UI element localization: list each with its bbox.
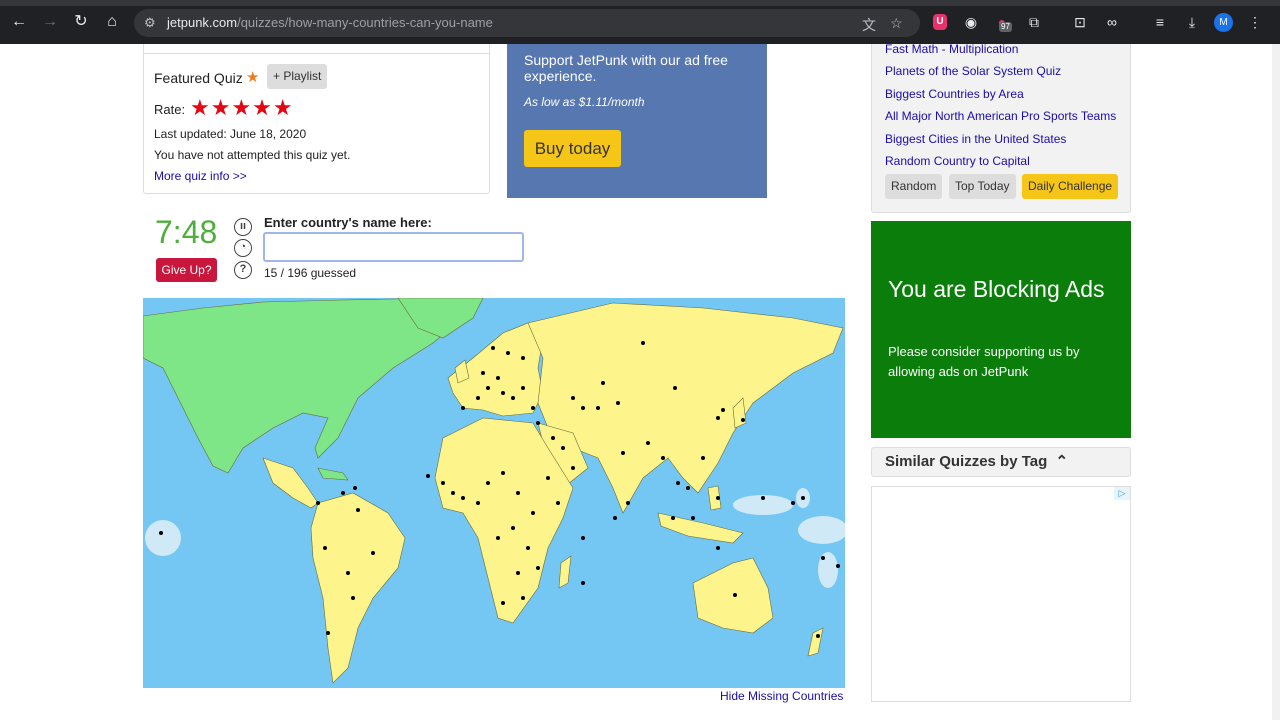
menu-kebab-icon[interactable]: ⋮ xyxy=(1246,13,1264,31)
daily-challenge-button[interactable]: Daily Challenge xyxy=(1022,174,1119,199)
extension-badge: 97 xyxy=(999,22,1012,32)
south-america-land xyxy=(310,492,406,684)
download-icon[interactable]: ⤓ xyxy=(1183,13,1201,31)
featured-quiz-label: Featured Quiz xyxy=(154,70,243,86)
add-playlist-button[interactable]: + Playlist xyxy=(267,64,328,89)
sidebar-link[interactable]: Planets of the Solar System Quiz xyxy=(885,64,1120,78)
sidebar-link[interactable]: Random Country to Capital xyxy=(885,154,1120,168)
back-icon[interactable]: ← xyxy=(10,13,28,31)
forward-icon[interactable]: → xyxy=(41,13,59,31)
blocking-ads-notice: You are Blocking Ads Please consider sup… xyxy=(871,221,1131,438)
input-label: Enter country's name here: xyxy=(264,215,432,230)
blocking-ads-heading: You are Blocking Ads xyxy=(888,276,1105,302)
north-america-land xyxy=(143,298,464,474)
more-quiz-info-link[interactable]: More quiz info >> xyxy=(154,169,247,183)
home-icon[interactable]: ⌂ xyxy=(103,13,121,31)
clock-icon[interactable]: ◔ xyxy=(234,239,252,257)
similar-quizzes-title: Similar Quizzes by Tag xyxy=(885,453,1048,470)
site-info-icon[interactable]: ⚙ xyxy=(144,15,156,31)
bookmark-star-icon[interactable]: ☆ xyxy=(890,15,903,32)
guessed-count: 15 / 196 guessed xyxy=(264,266,357,280)
asia-land xyxy=(527,302,844,514)
reload-icon[interactable]: ↻ xyxy=(72,13,90,31)
central-america-land xyxy=(262,457,319,509)
quiz-info-box: Featured Quiz ★ + Playlist Rate: ★★★★★ L… xyxy=(143,44,490,194)
address-bar[interactable]: ⚙ jetpunk.com/quizzes/how-many-countries… xyxy=(134,9,920,37)
pause-icon[interactable]: ıı xyxy=(234,218,252,236)
media-queue-icon[interactable]: ≡ xyxy=(1151,13,1169,31)
last-updated: Last updated: June 18, 2020 xyxy=(154,127,307,141)
sidebar-link[interactable]: All Major North American Pro Sports Team… xyxy=(885,109,1120,123)
madagascar-land xyxy=(558,555,572,589)
adchoices-icon[interactable]: ▷ xyxy=(1114,487,1130,500)
page-content: Featured Quiz ★ + Playlist Rate: ★★★★★ L… xyxy=(0,44,1280,720)
world-map[interactable] xyxy=(143,298,845,688)
attempt-status: You have not attempted this quiz yet. xyxy=(154,148,351,162)
new-zealand-land xyxy=(807,627,824,657)
help-icon[interactable]: ? xyxy=(234,261,252,279)
featured-star-icon: ★ xyxy=(246,69,260,86)
ad-slot: ▷ xyxy=(871,486,1131,702)
browser-toolbar: ← → ↻ ⌂ ⚙ jetpunk.com/quizzes/how-many-c… xyxy=(0,0,1280,44)
sidebar-link[interactable]: Biggest Cities in the United States xyxy=(885,132,1120,146)
page-scrollbar[interactable] xyxy=(1272,44,1280,720)
top-today-button[interactable]: Top Today xyxy=(949,174,1016,199)
profile-avatar[interactable]: M xyxy=(1214,13,1233,32)
sidebar-link[interactable]: Biggest Countries by Area xyxy=(885,87,1120,101)
sidebar-link[interactable]: Fast Math - Multiplication xyxy=(885,44,1120,56)
support-promo: Support JetPunk with our ad free experie… xyxy=(507,44,767,198)
ublock-extension-icon[interactable]: U xyxy=(933,14,947,30)
give-up-button[interactable]: Give Up? xyxy=(156,258,217,282)
screenshot-icon[interactable]: ⊡ xyxy=(1071,13,1089,31)
popular-quizzes-box: Fast Math - Multiplication Planets of th… xyxy=(871,44,1131,213)
quiz-timer: 7:48 xyxy=(155,214,218,250)
similar-quizzes-header[interactable]: Similar Quizzes by Tag ⌃ xyxy=(871,447,1131,477)
country-answer-input[interactable] xyxy=(263,232,524,262)
australia-land xyxy=(692,557,774,634)
indonesia-land xyxy=(657,512,744,544)
link-icon[interactable]: ∞ xyxy=(1103,13,1121,31)
random-button[interactable]: Random xyxy=(885,174,943,199)
price-text: As low as $1.11/month xyxy=(524,95,645,109)
url-text[interactable]: jetpunk.com/quizzes/how-many-countries-c… xyxy=(167,15,493,30)
chevron-up-icon: ⌃ xyxy=(1055,453,1069,470)
divider xyxy=(144,53,489,54)
blocking-ads-body: Please consider supporting us by allowin… xyxy=(888,344,1080,379)
translate-icon[interactable]: 文 xyxy=(862,15,876,35)
hide-missing-countries-link[interactable]: Hide Missing Countries xyxy=(720,689,843,703)
tab-strip xyxy=(0,0,1280,6)
extensions-puzzle-icon[interactable]: ⧉ xyxy=(1025,13,1043,31)
caribbean-islands xyxy=(317,467,349,481)
world-map-svg xyxy=(143,298,845,684)
support-text: Support JetPunk with our ad free experie… xyxy=(524,52,728,84)
rating-stars[interactable]: ★★★★★ xyxy=(190,95,294,121)
camera-extension-icon[interactable]: ◉ xyxy=(962,13,980,31)
buy-today-button[interactable]: Buy today xyxy=(524,130,621,167)
rate-label: Rate: xyxy=(154,102,186,117)
